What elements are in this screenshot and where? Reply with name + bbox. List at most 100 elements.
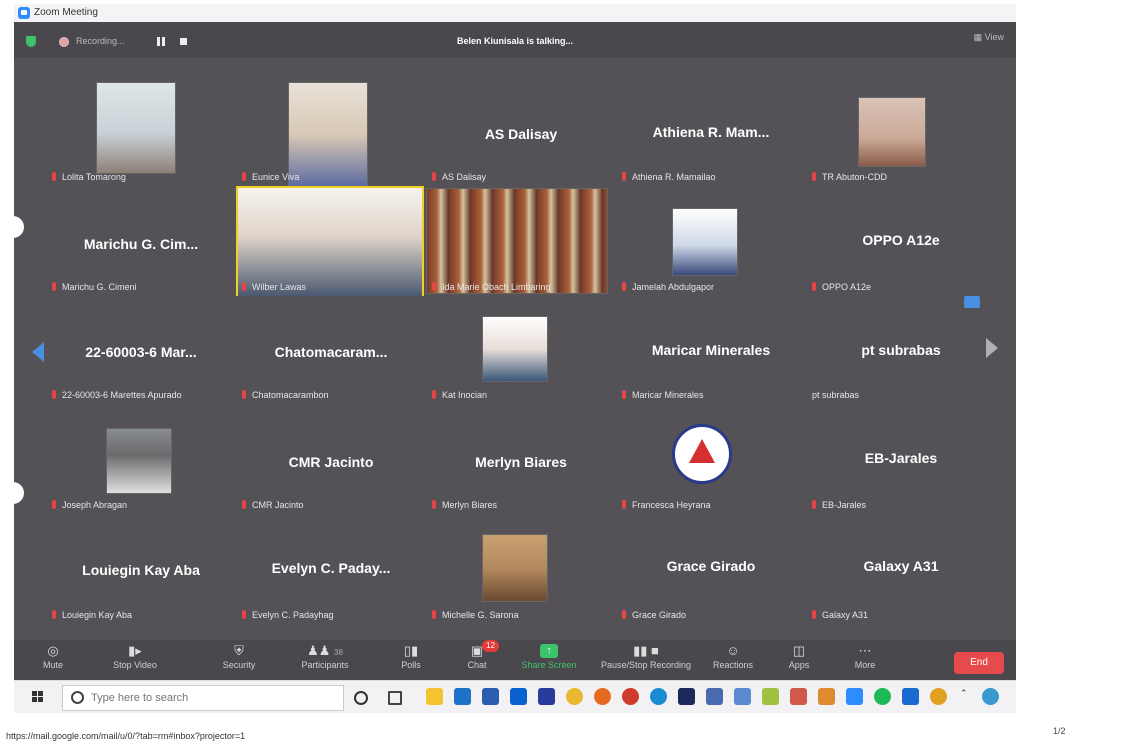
app-icon[interactable] [790,688,807,705]
app-icon[interactable] [982,688,999,705]
participant-tile[interactable]: AS Dalisay AS Dalisay [426,64,616,186]
video-thumbnail [672,208,738,276]
scan-hole-mark [2,482,24,504]
participant-tile[interactable]: Michelle G. Sarona [426,514,616,624]
mail-icon[interactable] [454,688,471,705]
cortana-icon[interactable] [354,691,368,705]
participant-tile[interactable]: CMR Jacinto CMR Jacinto [236,404,426,514]
participant-tile[interactable]: Chatomacaram... Chatomacarambon [236,296,426,404]
participant-tile[interactable]: Merlyn Biares Merlyn Biares [426,404,616,514]
chat-preview-icon[interactable] [964,296,980,308]
skype-icon[interactable] [538,688,555,705]
participant-tile[interactable]: Jamelah Abdulgapor [616,186,806,296]
stop-video-button[interactable]: ▮▸ Stop Video [96,642,174,682]
spotify-icon[interactable] [874,688,891,705]
end-meeting-button[interactable]: End [954,652,1004,674]
chat-label: Chat [467,660,487,670]
participant-tile[interactable]: Ida Marie Obach Limbaring [426,186,616,296]
zoom-taskbar-icon[interactable] [846,688,863,705]
app-icon[interactable] [818,688,835,705]
edge-icon[interactable] [650,688,667,705]
app-icon[interactable] [706,688,723,705]
participant-label: Merlyn Biares [432,500,497,510]
more-button[interactable]: ⋯ More [826,642,904,682]
chrome-canary-icon[interactable] [566,688,583,705]
participant-tile[interactable]: Athiena R. Mam... Athiena R. Mamailao [616,64,806,186]
app-icon[interactable] [762,688,779,705]
participant-display-name: Marichu G. Cim... [83,236,199,252]
participant-tile[interactable]: EB-Jarales EB-Jarales [806,404,996,514]
mic-muted-icon [242,282,246,291]
file-explorer-icon[interactable] [426,688,443,705]
mic-muted-icon [622,610,626,619]
participant-tile[interactable]: pt subrabas pt subrabas [806,296,996,404]
smiley-icon: ☺ [726,643,740,658]
participant-display-name: Athiena R. Mam... [652,124,770,140]
taskbar-search-input[interactable] [89,689,333,707]
participant-tile[interactable]: Maricar Minerales Maricar Minerales [616,296,806,404]
firefox-icon[interactable] [594,688,611,705]
participant-display-name: EB-Jarales [864,450,938,466]
mic-muted-icon [432,500,436,509]
participant-name: Evelyn C. Padayhag [252,610,334,620]
photoshop-icon[interactable] [678,688,695,705]
participant-label: Eunice Viva [242,172,299,182]
participant-label: pt subrabas [812,390,859,400]
participant-tile[interactable]: Kat Inocian [426,296,616,404]
participant-tile[interactable]: Evelyn C. Paday... Evelyn C. Padayhag [236,514,426,624]
participants-icon: ♟♟ 38 [307,643,343,658]
participant-name: Francesca Heyrana [632,500,711,510]
mic-muted-icon [52,610,56,619]
store-icon[interactable] [482,688,499,705]
mic-muted-icon [622,282,626,291]
share-screen-button[interactable]: ↑ Share Screen [510,642,588,682]
participant-display-name: Evelyn C. Paday... [271,560,391,576]
participant-tile[interactable]: Louiegin Kay Aba Louiegin Kay Aba [46,514,236,624]
participant-tile[interactable]: 22-60003-6 Mar... 22-60003-6 Marettes Ap… [46,296,236,404]
security-button[interactable]: ⛨ Security [200,642,278,682]
participant-display-name: OPPO A12e [862,232,940,248]
participant-tile[interactable]: Lolita Tomarong [46,64,236,186]
participant-tile[interactable]: TR Abuton-CDD [806,64,996,186]
taskbar-search-box[interactable] [62,685,344,711]
chat-button[interactable]: ▣ 12 Chat [438,640,516,682]
mic-muted-icon [622,172,626,181]
chevron-up-icon[interactable]: ⌃ [960,688,968,705]
previous-page-arrow-icon[interactable] [32,342,44,362]
view-button[interactable]: ▦ View [974,32,1004,43]
participant-name: Jamelah Abdulgapor [632,282,715,292]
participant-name: Michelle G. Sarona [442,610,519,620]
participant-display-name: CMR Jacinto [288,454,374,470]
participant-tile[interactable]: Francesca Heyrana [616,404,806,514]
participant-tile[interactable]: OPPO A12e OPPO A12e [806,186,996,296]
chrome-icon[interactable] [622,688,639,705]
stop-video-label: Stop Video [113,660,157,670]
chrome-icon[interactable] [930,688,947,705]
participant-name: TR Abuton-CDD [822,172,888,182]
windows-taskbar: ⌃ [14,680,1016,713]
participant-tile[interactable]: Eunice Viva [236,64,426,186]
task-view-icon[interactable] [388,691,402,705]
window-title: Zoom Meeting [34,7,98,18]
apps-grid-icon: ◫ [792,643,806,658]
participant-tile[interactable]: Joseph Abragan [46,404,236,514]
dropbox-icon[interactable] [510,688,527,705]
windows-start-icon[interactable] [32,691,44,703]
mute-button[interactable]: ◎ Mute [18,642,88,682]
app-icon[interactable] [734,688,751,705]
participant-tile[interactable]: Grace Girado Grace Girado [616,514,806,624]
participants-button[interactable]: ♟♟ 38 Participants [286,642,364,682]
participant-tile[interactable]: Galaxy A31 Galaxy A31 [806,514,996,624]
pause-stop-icon: ▮▮ ■ [633,643,659,658]
zoom-window: Zoom Meeting Recording... Belen Kiunisal… [14,4,1016,712]
mic-muted-icon [622,390,626,399]
next-page-arrow-icon[interactable] [986,338,998,358]
pause-stop-recording-button[interactable]: ▮▮ ■ Pause/Stop Recording [594,642,698,682]
video-camera-icon: ▮▸ [128,643,142,658]
video-thumbnail [236,186,424,296]
participant-tile[interactable]: Marichu G. Cim... Marichu G. Cimeni [46,186,236,296]
video-thumbnail [858,97,926,167]
zoom-video-icon[interactable] [902,688,919,705]
participant-tile[interactable]: Wilber Lawas [236,186,426,296]
participant-name: Marichu G. Cimeni [62,282,137,292]
